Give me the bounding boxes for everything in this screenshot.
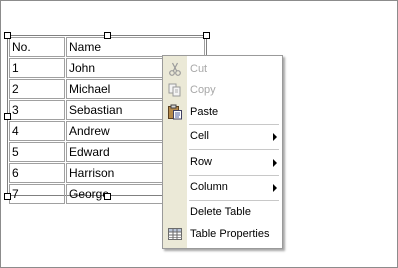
menu-item-label: Paste bbox=[190, 106, 219, 118]
menu-item-cut[interactable]: Cut bbox=[163, 59, 282, 79]
table-cell[interactable]: 7 bbox=[9, 184, 65, 204]
table-cell[interactable]: 3 bbox=[9, 100, 65, 120]
menu-item-label: Cut bbox=[190, 63, 208, 75]
resize-handle-middle-left[interactable] bbox=[4, 113, 11, 120]
menu-item-label: Row bbox=[190, 156, 213, 168]
chevron-right-icon bbox=[273, 133, 277, 141]
resize-handle-bottom-left[interactable] bbox=[4, 193, 11, 200]
resize-handle-top-left[interactable] bbox=[4, 32, 11, 39]
context-menu: Cut Copy Paste Cell Row Column Delete Ta… bbox=[162, 55, 283, 249]
menu-item-label: Cell bbox=[190, 130, 209, 142]
menu-item-copy[interactable]: Copy bbox=[163, 80, 282, 100]
table-header-cell[interactable]: Name bbox=[66, 37, 205, 57]
table-icon bbox=[167, 226, 183, 242]
resize-handle-bottom-center[interactable] bbox=[104, 193, 111, 200]
table-cell[interactable]: 5 bbox=[9, 142, 65, 162]
table-cell[interactable]: 1 bbox=[9, 58, 65, 78]
table-cell[interactable]: 4 bbox=[9, 121, 65, 141]
table-header-cell[interactable]: No. bbox=[9, 37, 65, 57]
menu-item-column[interactable]: Column bbox=[163, 177, 282, 197]
menu-item-cell[interactable]: Cell bbox=[163, 126, 282, 146]
table-cell[interactable]: 2 bbox=[9, 79, 65, 99]
menu-separator bbox=[189, 124, 279, 125]
menu-item-label: Copy bbox=[190, 84, 216, 96]
table-cell[interactable]: 6 bbox=[9, 163, 65, 183]
chevron-right-icon bbox=[273, 184, 277, 192]
menu-item-paste[interactable]: Paste bbox=[163, 102, 282, 122]
menu-item-label: Table Properties bbox=[190, 228, 270, 240]
resize-handle-top-right[interactable] bbox=[203, 32, 210, 39]
menu-separator bbox=[189, 149, 279, 150]
menu-item-row[interactable]: Row bbox=[163, 152, 282, 172]
table-header-row: No. Name bbox=[9, 37, 205, 57]
clipboard-icon bbox=[167, 104, 183, 120]
menu-item-table-properties[interactable]: Table Properties bbox=[163, 224, 282, 244]
menu-item-label: Column bbox=[190, 181, 228, 193]
resize-handle-top-center[interactable] bbox=[104, 32, 111, 39]
menu-item-delete-table[interactable]: Delete Table bbox=[163, 202, 282, 222]
menu-item-label: Delete Table bbox=[190, 206, 251, 218]
menu-separator bbox=[189, 175, 279, 176]
chevron-right-icon bbox=[273, 159, 277, 167]
menu-separator bbox=[189, 200, 279, 201]
scissors-icon bbox=[167, 61, 183, 77]
copy-icon bbox=[167, 82, 183, 98]
